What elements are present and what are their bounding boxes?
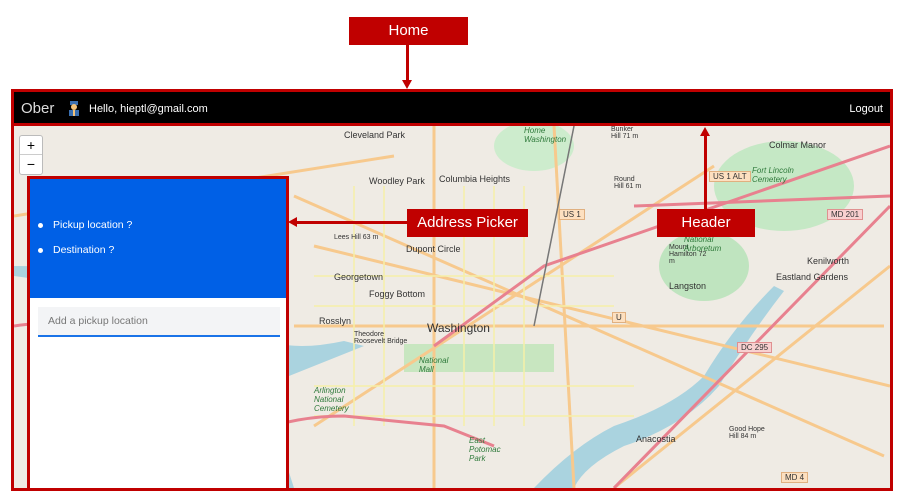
route-shield: US 1 <box>559 209 585 220</box>
route-shield: MD 201 <box>827 209 864 220</box>
park-label: National Mall <box>419 356 449 374</box>
address-picker-callout: Address Picker <box>407 209 528 237</box>
park-label: Home Washington <box>524 126 567 144</box>
user-greeting: Hello, hieptl@gmail.com <box>89 103 208 115</box>
map-label: Rosslyn <box>319 316 352 326</box>
destination-item: Destination ? <box>38 244 132 256</box>
map-label: Round Hill 61 m <box>614 176 642 190</box>
route-shield: DC 295 <box>737 342 773 353</box>
map-label: Bunker Hill 71 m <box>611 126 639 140</box>
map-label: Cleveland Park <box>344 130 406 140</box>
map-label: Langston <box>669 281 707 291</box>
header-arrow-head <box>700 127 710 136</box>
map-zoom-control: + − <box>19 135 43 175</box>
header-arrow <box>704 136 707 209</box>
map-label: Washington <box>427 321 490 335</box>
address-picker-arrow <box>296 221 407 224</box>
map-label: Columbia Heights <box>439 174 511 184</box>
map-label: Georgetown <box>334 272 384 282</box>
map-label: Lees Hill 63 m <box>334 234 379 241</box>
pickup-location-input[interactable] <box>38 307 280 337</box>
park-label: Fort Lincoln Cemetery <box>752 166 794 184</box>
map-label: Kenilworth <box>807 256 850 266</box>
home-callout: Home <box>349 17 468 45</box>
map-label: Eastland Gardens <box>776 272 849 282</box>
map-label: Theodore Roosevelt Bridge <box>354 331 408 345</box>
header: Ober Hello, hieptl@gmail.com Logout <box>14 92 890 126</box>
route-shield: U <box>612 312 626 323</box>
address-picker-arrow-head <box>288 217 297 227</box>
map-label: Woodley Park <box>369 176 425 186</box>
map-label: Good Hope Hill 84 m <box>729 426 765 440</box>
zoom-in-button[interactable]: + <box>20 136 42 154</box>
user-avatar-icon <box>69 101 79 116</box>
brand-logo[interactable]: Ober <box>21 100 54 117</box>
pickup-location-item: Pickup location ? <box>38 219 132 231</box>
logout-button[interactable]: Logout <box>849 103 883 115</box>
map[interactable]: Cleveland Park Woodley Park Columbia Hei… <box>14 126 890 488</box>
map-label: Colmar Manor <box>769 140 827 150</box>
home-frame: Cleveland Park Woodley Park Columbia Hei… <box>11 89 893 491</box>
park-label: Arlington National Cemetery <box>314 386 349 413</box>
map-label: Dupont Circle <box>406 244 461 254</box>
map-label: Anacostia <box>636 434 676 444</box>
home-arrow-head <box>402 80 412 89</box>
park-label: East Potomac Park <box>469 436 501 463</box>
home-arrow <box>406 45 409 83</box>
header-callout: Header <box>657 209 755 237</box>
route-shield: MD 4 <box>781 472 809 483</box>
address-picker: Pickup location ? Destination ? <box>27 176 289 488</box>
address-picker-summary: Pickup location ? Destination ? <box>30 179 286 298</box>
zoom-out-button[interactable]: − <box>20 154 42 173</box>
map-label: Foggy Bottom <box>369 289 426 299</box>
route-shield: US 1 ALT <box>709 171 751 182</box>
